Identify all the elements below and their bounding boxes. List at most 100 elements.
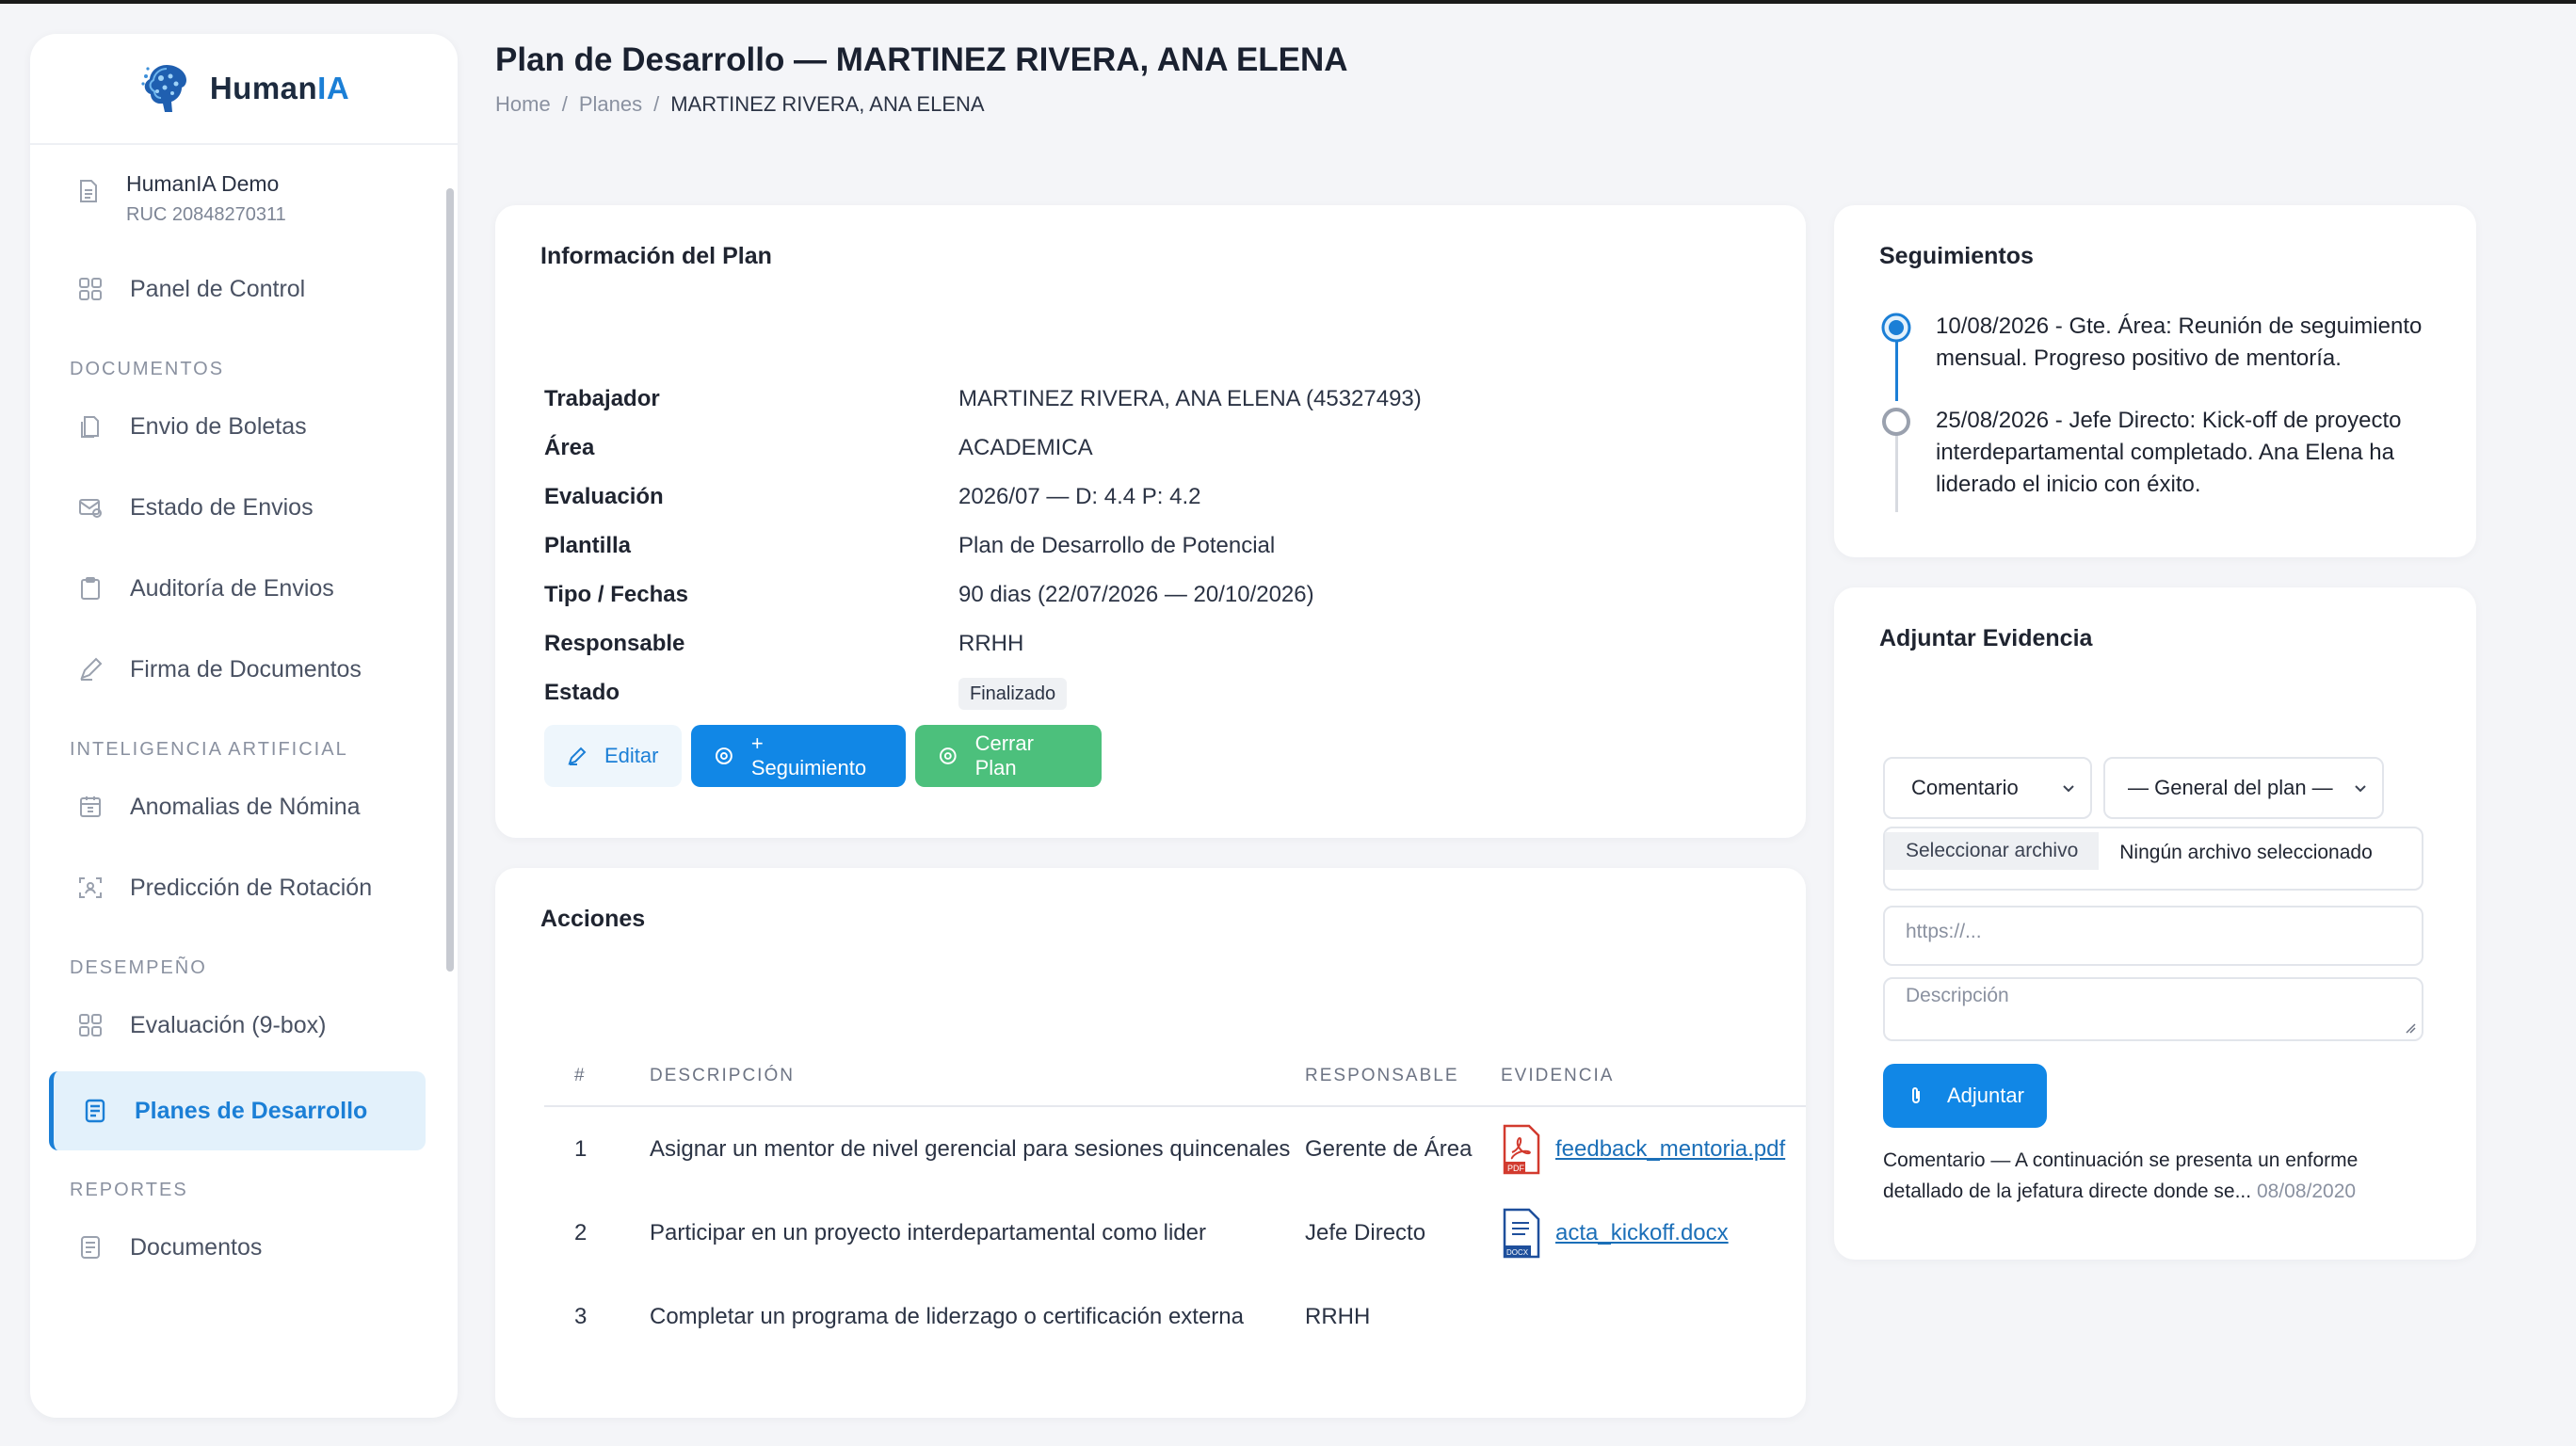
nav-section-documentos: DOCUMENTOS — [70, 359, 225, 379]
sidebar: HumanIA HumanIA Demo RUC 20848270311 Pan… — [30, 34, 458, 1418]
sidebar-item-label: Predicción de Rotación — [130, 874, 373, 901]
breadcrumb-separator: / — [561, 92, 568, 116]
sidebar-scrollbar[interactable] — [446, 188, 454, 972]
seguimiento-text: 10/08/2026 - Gte. Área: Reunión de segui… — [1936, 313, 2423, 371]
info-value: ACADEMICA — [958, 435, 1093, 460]
pdf-file-icon: PDF — [1503, 1124, 1540, 1174]
card-title: Seguimientos — [1879, 243, 2034, 269]
description-textarea[interactable]: Descripción — [1883, 977, 2423, 1041]
row-number: 2 — [574, 1219, 588, 1245]
accion-select[interactable]: — General del plan — — [2103, 757, 2384, 819]
breadcrumb-home[interactable]: Home — [495, 92, 551, 117]
resize-handle-icon[interactable] — [2405, 1022, 2416, 1034]
docx-file-icon: DOCX — [1503, 1208, 1540, 1258]
sidebar-item-label: Envio de Boletas — [130, 412, 307, 440]
evidence-file-link[interactable]: feedback_mentoria.pdf — [1555, 1136, 1785, 1163]
url-placeholder: https://... — [1906, 921, 1982, 942]
sidebar-item-evaluacion[interactable]: Evaluación (9-box) — [30, 985, 458, 1066]
document-icon — [77, 1234, 104, 1261]
grid-icon — [77, 1012, 104, 1038]
acciones-card: Acciones # DESCRIPCIÓN RESPONSABLE EVIDE… — [495, 868, 1806, 1418]
sidebar-item-firma[interactable]: Firma de Documentos — [30, 629, 458, 710]
status-badge: Finalizado — [958, 678, 1068, 710]
timeline-dot-icon — [1882, 408, 1910, 436]
card-title: Adjuntar Evidencia — [1879, 625, 2093, 651]
brain-logo-icon — [141, 65, 186, 112]
company-switcher[interactable]: HumanIA Demo RUC 20848270311 — [30, 145, 458, 249]
breadcrumb-planes[interactable]: Planes — [579, 92, 642, 117]
info-row-trabajador: Trabajador MARTINEZ RIVERA, ANA ELENA (45… — [544, 375, 1422, 424]
row-responsable: Jefe Directo — [1305, 1219, 1426, 1245]
edit-button[interactable]: Editar — [544, 725, 682, 787]
sidebar-item-label: Estado de Envios — [130, 493, 314, 521]
brand-name: HumanIA — [209, 71, 350, 105]
sidebar-item-auditoria[interactable]: Auditoría de Envios — [30, 548, 458, 629]
info-value: 90 dias (22/07/2026 — 20/10/2026) — [958, 582, 1314, 607]
file-input[interactable]: Seleccionar archivo Ningún archivo selec… — [1883, 827, 2423, 891]
sidebar-item-prediccion[interactable]: Predicción de Rotación — [30, 847, 458, 928]
table-header: # DESCRIPCIÓN RESPONSABLE EVIDENCIA — [544, 1047, 1806, 1107]
column-header: EVIDENCIA — [1501, 1066, 1615, 1085]
nav-section-reportes: REPORTES — [70, 1180, 188, 1200]
tipo-select[interactable]: Comentario — [1883, 757, 2092, 819]
page-title: Plan de Desarrollo — MARTINEZ RIVERA, AN… — [495, 41, 1348, 78]
sidebar-item-panel[interactable]: Panel de Control — [30, 249, 458, 329]
evidence-note-date: 08/08/2020 — [2256, 1181, 2357, 1202]
info-value: Plan de Desarrollo de Potencial — [958, 533, 1276, 558]
add-seguimiento-button[interactable]: + Seguimiento — [691, 725, 906, 787]
brand[interactable]: HumanIA — [30, 34, 458, 145]
adjuntar-button-label: Adjuntar — [1947, 1084, 2024, 1107]
accion-select-value: — General del plan — — [2128, 776, 2333, 799]
row-number: 1 — [574, 1135, 588, 1162]
column-header: # — [574, 1066, 587, 1085]
evidence-file-link[interactable]: acta_kickoff.docx — [1555, 1220, 1729, 1246]
pencil-icon — [568, 747, 587, 765]
info-key: Responsable — [544, 631, 685, 656]
info-key: Área — [544, 435, 595, 460]
tipo-select-value: Comentario — [1911, 776, 2019, 799]
sidebar-item-label: Anomalias de Nómina — [130, 793, 361, 820]
close-plan-label: Cerrar Plan — [974, 731, 1034, 779]
info-value: RRHH — [958, 631, 1024, 656]
select-file-button[interactable]: Seleccionar archivo — [1885, 832, 2100, 870]
grid-icon — [77, 276, 104, 302]
plan-info-card: Información del Plan Trabajador MARTINEZ … — [495, 205, 1806, 838]
evidence-note: Comentario — A continuación se presenta … — [1883, 1145, 2410, 1207]
row-description: Completar un programa de liderzago o cer… — [650, 1303, 1244, 1329]
evidence-cell: DOCX acta_kickoff.docx — [1501, 1208, 1806, 1259]
card-title: Acciones — [540, 906, 646, 932]
sidebar-item-anomalias[interactable]: Anomalias de Nómina — [30, 766, 458, 847]
chevron-down-icon — [2063, 785, 2074, 793]
seguimientos-timeline: 10/08/2026 - Gte. Área: Reunión de segui… — [1879, 311, 2444, 512]
sidebar-item-planes[interactable]: Planes de Desarrollo — [49, 1071, 426, 1150]
url-input[interactable]: https://... — [1883, 906, 2423, 966]
adjuntar-evidencia-card: Adjuntar Evidencia Comentario — General … — [1834, 587, 2476, 1260]
paperclip-icon — [1912, 1087, 1920, 1103]
sidebar-item-documentos[interactable]: Documentos — [30, 1207, 458, 1288]
plan-doc-icon — [82, 1098, 108, 1124]
table-row: 3 Completar un programa de liderzago o c… — [544, 1275, 1806, 1358]
info-row-tipo-fechas: Tipo / Fechas 90 dias (22/07/2026 — 20/10… — [544, 570, 1422, 619]
close-plan-button[interactable]: Cerrar Plan — [915, 725, 1102, 787]
sidebar-item-label: Planes de Desarrollo — [135, 1097, 368, 1124]
seguimiento-text: 25/08/2026 - Jefe Directo: Kick-off de p… — [1936, 408, 2402, 497]
info-row-plantilla: Plantilla Plan de Desarrollo de Potencial — [544, 522, 1422, 570]
info-value: MARTINEZ RIVERA, ANA ELENA (45327493) — [958, 386, 1422, 411]
sidebar-item-estado-envios[interactable]: Estado de Envios — [30, 467, 458, 548]
info-key: Trabajador — [544, 386, 660, 411]
info-key: Estado — [544, 680, 620, 705]
sidebar-item-envio-boletas[interactable]: Envio de Boletas — [30, 386, 458, 467]
edit-button-label: Editar — [604, 744, 659, 767]
add-seguimiento-label: + Seguimiento — [750, 731, 867, 779]
file-status-text: Ningún archivo seleccionado — [2119, 842, 2373, 863]
timeline-item: 10/08/2026 - Gte. Área: Reunión de segui… — [1879, 311, 2444, 405]
sidebar-item-label: Panel de Control — [130, 275, 306, 302]
plan-info-list: Trabajador MARTINEZ RIVERA, ANA ELENA (45… — [544, 375, 1422, 717]
info-key: Plantilla — [544, 533, 632, 558]
column-header: DESCRIPCIÓN — [650, 1066, 795, 1085]
table-row: 2 Participar en un proyecto interdeparta… — [544, 1191, 1806, 1275]
timeline-item: 25/08/2026 - Jefe Directo: Kick-off de p… — [1879, 405, 2444, 501]
evidence-cell: PDF feedback_mentoria.pdf — [1501, 1124, 1806, 1175]
adjuntar-button[interactable]: Adjuntar — [1883, 1064, 2047, 1128]
sidebar-item-label: Documentos — [130, 1233, 263, 1261]
